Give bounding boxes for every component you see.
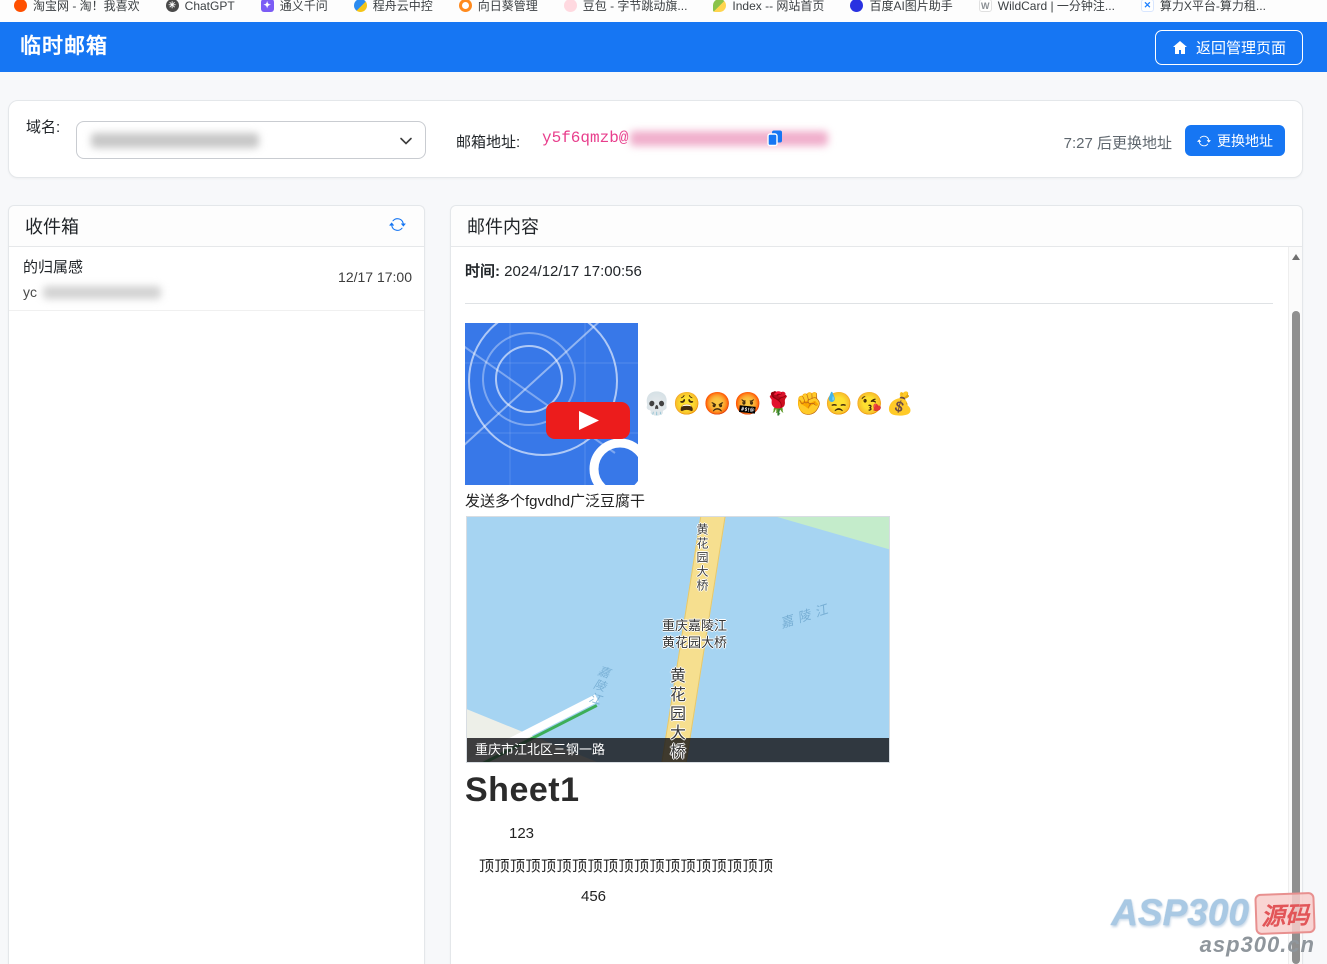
- scrollbar-up-arrow-icon[interactable]: [1292, 254, 1300, 260]
- bookmark-taobao[interactable]: 淘宝网 - 淘！我喜欢: [6, 0, 148, 16]
- mail-time: 12/17 17:00: [338, 269, 412, 285]
- mail-timestamp: 时间: 2024/12/17 17:00:56: [465, 260, 1272, 281]
- change-address-label: 更换地址: [1217, 131, 1273, 151]
- copy-icon: [766, 129, 784, 147]
- browser-bookmarks-bar: 淘宝网 - 淘！我喜欢 ✳ ChatGPT ✦ 通义千问 程舟云中控 向日葵管理 豆…: [0, 0, 1327, 22]
- bookmark-sunflower[interactable]: 向日葵管理: [451, 0, 546, 16]
- bookmark-suanli[interactable]: ✕ 算力X平台-算力租...: [1133, 0, 1274, 16]
- bookmark-label: WildCard | 一分钟注...: [998, 0, 1115, 14]
- bookmark-label: 程舟云中控: [373, 0, 433, 14]
- refresh-icon: [389, 216, 406, 233]
- sheet-cell: 123: [509, 825, 1272, 842]
- app-header: 临时邮箱 返回管理页面: [0, 22, 1327, 72]
- inbox-title: 收件箱: [25, 213, 79, 239]
- inbox-panel: 收件箱 的归属感 yc 12/17 17:00: [8, 205, 425, 964]
- inbox-list-item[interactable]: 的归属感 yc 12/17 17:00: [9, 247, 424, 311]
- bookmark-label: 豆包 - 字节跳动旗...: [583, 0, 688, 14]
- map-bridge-label-line1: 重庆嘉陵江: [647, 617, 742, 634]
- map-river-label: 嘉陵江: [777, 597, 834, 632]
- temp-mail-page: 淘宝网 - 淘！我喜欢 ✳ ChatGPT ✦ 通义千问 程舟云中控 向日葵管理 豆…: [0, 0, 1327, 964]
- home-icon: [1172, 40, 1188, 56]
- address-countdown: 7:27 后更换地址: [1064, 132, 1172, 153]
- bookmark-label: ChatGPT: [185, 0, 235, 13]
- chatgpt-favicon: ✳: [166, 0, 179, 12]
- map-park-area: [734, 517, 889, 555]
- mail-from: yc: [23, 284, 410, 300]
- map-bridge-label: 重庆嘉陵江 黄花园大桥: [647, 617, 742, 651]
- page-title: 临时邮箱: [20, 22, 108, 72]
- email-address-value: y5f6qmzb@: [542, 129, 828, 147]
- copy-email-button[interactable]: [765, 129, 785, 149]
- mail-from-redacted: [43, 286, 161, 299]
- bookmark-chengzhou[interactable]: 程舟云中控: [346, 0, 441, 16]
- bookmark-chatgpt[interactable]: ✳ ChatGPT: [158, 0, 243, 15]
- sunflower-favicon: [459, 0, 472, 12]
- map-bridge-label-line2: 黄花园大桥: [647, 634, 742, 651]
- mail-content-title: 邮件内容: [467, 213, 539, 239]
- bookmark-doubao[interactable]: 豆包 - 字节跳动旗...: [556, 0, 696, 16]
- mail-from-name: yc: [23, 284, 37, 300]
- sheet-title: Sheet1: [465, 771, 1272, 810]
- bookmark-label: 通义千问: [280, 0, 328, 14]
- index-favicon: [713, 0, 726, 12]
- map-river-label: 嘉陵江: [585, 663, 614, 708]
- chevron-down-icon: [399, 134, 413, 148]
- inbox-refresh-button[interactable]: [387, 214, 408, 238]
- bookmark-baidu[interactable]: 百度AI图片助手: [842, 0, 960, 16]
- scrollbar-thumb[interactable]: [1292, 311, 1300, 964]
- content-scrollbar[interactable]: [1288, 247, 1302, 964]
- mail-media-row: 💀😩😡🤬🌹✊😓😘💰: [465, 323, 1272, 485]
- bookmark-label: 百度AI图片助手: [869, 0, 952, 14]
- map-road-label-big: 黄花园大桥: [663, 667, 687, 762]
- map-image: 黄花园大桥 重庆嘉陵江 黄花园大桥 黄花园大桥 嘉陵江 嘉陵江 重庆市江北区三钢…: [466, 516, 890, 763]
- video-thumbnail[interactable]: [465, 323, 638, 485]
- chengzhou-favicon: [354, 0, 367, 12]
- bookmarks-row: 淘宝网 - 淘！我喜欢 ✳ ChatGPT ✦ 通义千问 程舟云中控 向日葵管理 豆…: [0, 0, 1327, 16]
- bookmark-index[interactable]: Index -- 网站首页: [705, 0, 832, 16]
- domain-select-redacted-value: [91, 133, 259, 148]
- sheet-cell: 顶顶顶顶顶顶顶顶顶顶顶顶顶顶顶顶顶顶顶: [479, 855, 1272, 876]
- bookmark-tongyi[interactable]: ✦ 通义千问: [253, 0, 336, 16]
- map-road-label: 黄花园大桥: [694, 523, 711, 593]
- mail-content-header: 邮件内容: [451, 206, 1302, 247]
- bookmark-label: 向日葵管理: [478, 0, 538, 14]
- inbox-header: 收件箱: [9, 206, 424, 247]
- email-address-label: 邮箱地址:: [456, 131, 520, 152]
- email-prefix: y5f6qmzb@: [542, 129, 628, 147]
- email-domain-redacted: [630, 131, 828, 146]
- domain-select[interactable]: [76, 121, 426, 159]
- bookmark-label: Index -- 网站首页: [732, 0, 824, 14]
- back-button-label: 返回管理页面: [1196, 37, 1286, 58]
- bookmark-wildcard[interactable]: W WildCard | 一分钟注...: [971, 0, 1123, 16]
- address-card: 域名: 邮箱地址: y5f6qmzb@ 7:27 后更换地址 更换地址: [8, 100, 1303, 178]
- mail-content-panel: 邮件内容 时间: 2024/12/17 17:00:56: [450, 205, 1303, 964]
- taobao-favicon: [14, 0, 27, 12]
- mail-timestamp-label: 时间:: [465, 263, 500, 280]
- divider: [465, 303, 1273, 304]
- bookmark-label: 淘宝网 - 淘！我喜欢: [33, 0, 140, 14]
- mail-timestamp-value: 2024/12/17 17:00:56: [504, 263, 642, 280]
- refresh-icon: [1197, 134, 1211, 148]
- back-to-admin-button[interactable]: 返回管理页面: [1155, 30, 1303, 65]
- baidu-favicon: [850, 0, 863, 12]
- tongyi-favicon: ✦: [261, 0, 274, 12]
- bookmark-label: 算力X平台-算力租...: [1160, 0, 1266, 14]
- mail-caption-text: 发送多个fgvdhd广泛豆腐干: [465, 490, 1272, 511]
- doubao-favicon: [564, 0, 577, 12]
- suanli-favicon: ✕: [1141, 0, 1154, 12]
- emoji-row: 💀😩😡🤬🌹✊😓😘💰: [643, 393, 917, 415]
- wildcard-favicon: W: [979, 0, 992, 12]
- sheet-cell: 456: [581, 888, 1272, 905]
- domain-label: 域名:: [26, 115, 62, 140]
- mail-content-body: 时间: 2024/12/17 17:00:56: [451, 247, 1302, 905]
- change-address-button[interactable]: 更换地址: [1185, 125, 1285, 156]
